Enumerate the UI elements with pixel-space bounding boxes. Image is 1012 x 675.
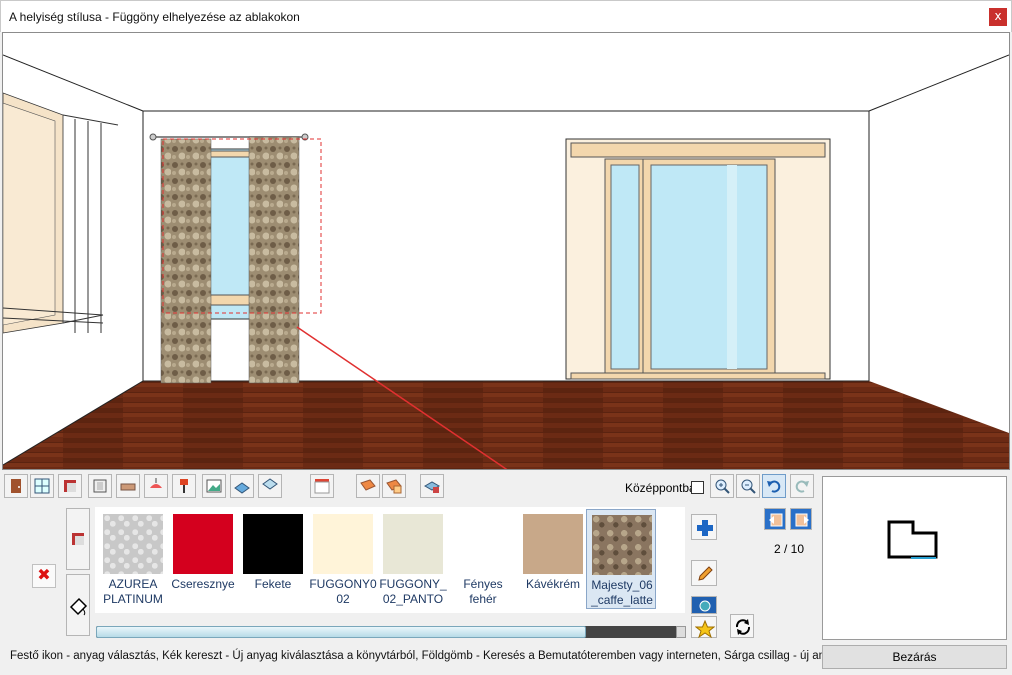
- scroll-end-button[interactable]: [676, 626, 686, 638]
- material-swatch: [592, 515, 652, 575]
- floorplan-icon: [887, 520, 938, 559]
- material-swatch: [383, 514, 443, 574]
- center-checkbox[interactable]: [691, 481, 704, 494]
- prev-page-icon[interactable]: [764, 508, 786, 530]
- material-panel: ✖ AZUREA PLATINUM Cseresznye Fekete FUGGO…: [0, 504, 820, 644]
- curtain-icon[interactable]: [310, 474, 334, 498]
- material-label: Majesty_06 _caffe_latte: [591, 578, 653, 607]
- wall-paint-icon[interactable]: [58, 474, 82, 498]
- center-label: Középpontba: [625, 481, 696, 495]
- material-swatch: [173, 514, 233, 574]
- floor-icon[interactable]: [230, 474, 254, 498]
- zoom-out-icon[interactable]: [736, 474, 760, 498]
- globe-icon[interactable]: [691, 596, 717, 614]
- material-swatch: [523, 514, 583, 574]
- material-label: Kávékrém: [525, 577, 581, 591]
- material-label: Fekete: [254, 577, 292, 591]
- room-icon[interactable]: [420, 474, 444, 498]
- material-label: Cseresznye: [171, 577, 235, 591]
- material-item[interactable]: Kávékrém: [518, 509, 586, 609]
- material-item[interactable]: Cseresznye: [168, 509, 236, 609]
- door-icon[interactable]: [4, 474, 28, 498]
- material-label: Fényes fehér: [463, 577, 503, 606]
- delete-material-button[interactable]: ✖: [32, 564, 56, 588]
- wall-icon[interactable]: [356, 474, 380, 498]
- status-hint: Festő ikon - anyag választás, Kék keresz…: [10, 650, 844, 662]
- left-wall-window: [3, 92, 119, 334]
- next-page-icon[interactable]: [790, 508, 812, 530]
- material-item[interactable]: FUGGONY0 02: [308, 509, 377, 609]
- title-bar: A helyiség stílusa - Függöny elhelyezése…: [0, 0, 1012, 32]
- undo-icon[interactable]: [762, 474, 786, 498]
- close-button[interactable]: Bezárás: [822, 645, 1007, 669]
- material-swatch: [453, 514, 513, 574]
- edit-pencil-icon[interactable]: [691, 560, 717, 586]
- ceiling-icon[interactable]: [258, 474, 282, 498]
- ceiling-lamp-icon[interactable]: [144, 474, 168, 498]
- material-label: FUGGONY0 02: [309, 577, 377, 606]
- window-icon[interactable]: [30, 474, 54, 498]
- scroll-thumb[interactable]: [96, 626, 586, 638]
- wall-tiles-icon[interactable]: [382, 474, 406, 498]
- bathtub-icon[interactable]: [116, 474, 140, 498]
- refresh-icon[interactable]: [730, 614, 754, 638]
- material-item[interactable]: Fekete: [238, 509, 306, 609]
- material-list: AZUREA PLATINUM Cseresznye Fekete FUGGONY…: [95, 507, 685, 613]
- add-material-icon[interactable]: [691, 514, 717, 540]
- material-item[interactable]: Fényes fehér: [448, 509, 516, 609]
- material-swatch: [103, 514, 163, 574]
- room-3d-view[interactable]: [2, 32, 1010, 470]
- material-scrollbar[interactable]: [96, 626, 686, 638]
- category-toolbar: Középpontba: [0, 472, 820, 504]
- material-swatch: [313, 514, 373, 574]
- page-indicator: 2 / 10: [773, 542, 805, 556]
- sliding-door: [565, 138, 831, 380]
- panel-icon[interactable]: [88, 474, 112, 498]
- picture-icon[interactable]: [202, 474, 226, 498]
- wall-paint-selector[interactable]: [66, 508, 90, 570]
- material-item[interactable]: AZUREA PLATINUM: [98, 509, 166, 609]
- window-title: A helyiség stílusa - Függöny elhelyezése…: [9, 10, 300, 24]
- room-scene: [3, 33, 1009, 469]
- window-close-button[interactable]: x: [989, 8, 1007, 26]
- material-label: AZUREA PLATINUM: [103, 577, 163, 606]
- material-label: FUGGONY_ 02_PANTO: [379, 577, 447, 606]
- floorplan-preview: [822, 476, 1007, 640]
- paint-bucket-icon[interactable]: [66, 574, 90, 636]
- material-item[interactable]: FUGGONY_ 02_PANTO: [378, 509, 447, 609]
- curtain-window: [149, 133, 322, 384]
- zoom-in-icon[interactable]: [710, 474, 734, 498]
- material-item-selected[interactable]: Majesty_06 _caffe_latte: [586, 509, 656, 609]
- material-swatch: [243, 514, 303, 574]
- redo-icon[interactable]: [790, 474, 814, 498]
- star-icon[interactable]: [691, 616, 717, 638]
- floor-lamp-icon[interactable]: [172, 474, 196, 498]
